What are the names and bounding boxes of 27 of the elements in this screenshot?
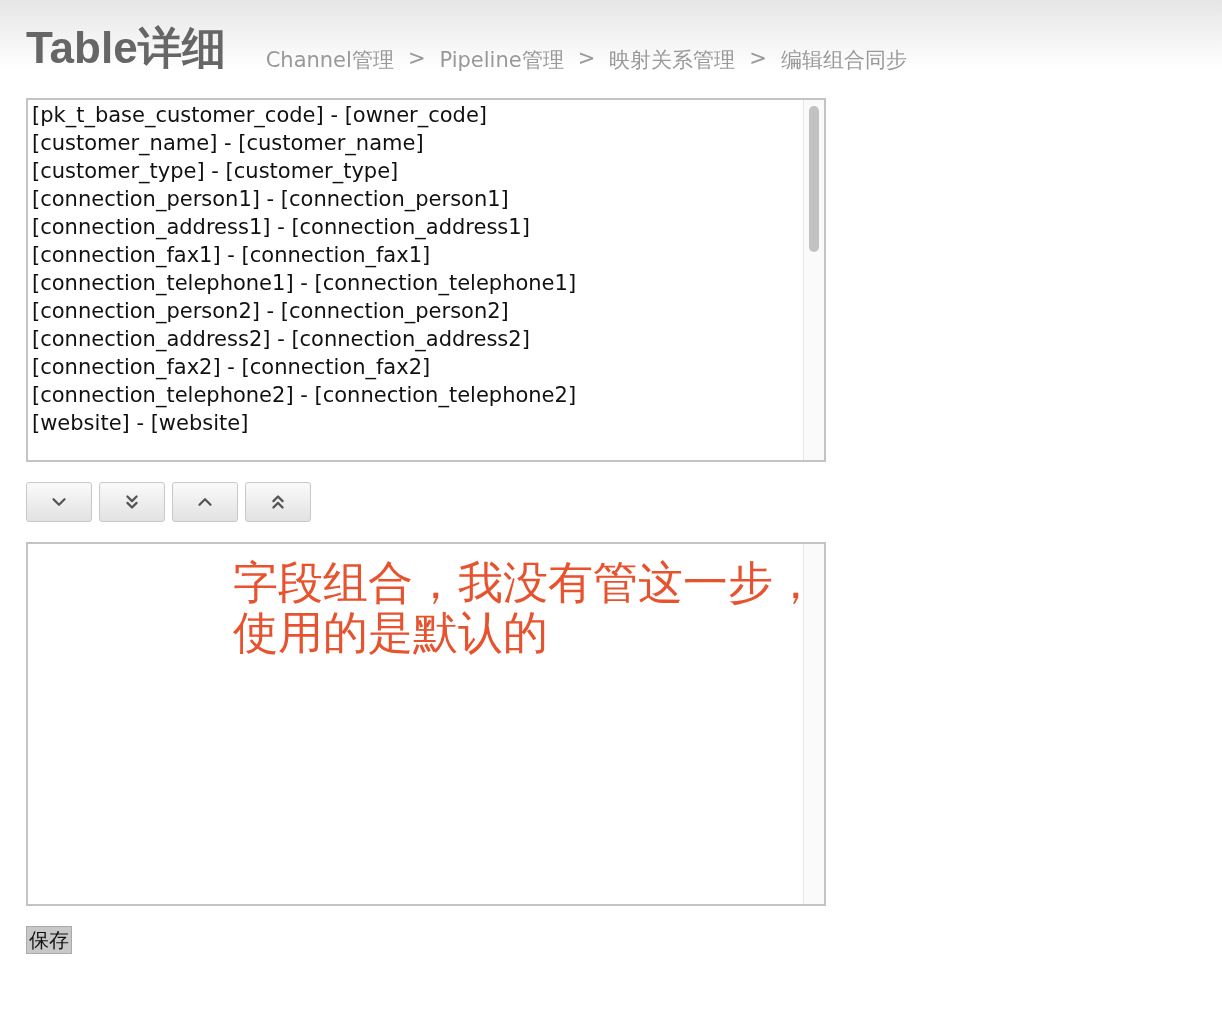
scrollbar[interactable]: [803, 544, 824, 904]
list-item[interactable]: [connection_fax2] - [connection_fax2]: [32, 353, 799, 381]
list-item[interactable]: [connection_address1] - [connection_address1]: [32, 213, 799, 241]
list-item[interactable]: [connection_fax1] - [connection_fax1]: [32, 241, 799, 269]
page-title: Table详细: [26, 22, 226, 74]
move-button[interactable]: [99, 482, 165, 522]
breadcrumb-separator: >: [577, 46, 596, 72]
list-item[interactable]: [connection_person2] - [connection_person2]: [32, 297, 799, 325]
combined-list[interactable]: 字段组合，我没有管这一步， 使用的是默认的: [26, 542, 826, 906]
list-item[interactable]: [connection_telephone1] - [connection_telephone1]: [32, 269, 799, 297]
breadcrumb-separator: >: [407, 46, 426, 72]
move-button[interactable]: [26, 482, 92, 522]
list-item[interactable]: [website] - [website]: [32, 409, 799, 437]
annotation-text: 字段组合，我没有管这一步，: [233, 558, 818, 608]
breadcrumb-separator: >: [749, 46, 767, 72]
save-button[interactable]: 保存: [26, 926, 72, 954]
list-item[interactable]: [connection_address2] - [connection_address2]: [32, 325, 799, 353]
list-item[interactable]: [customer_type] - [customer_type]: [32, 157, 799, 185]
list-item[interactable]: [connection_person1] - [connection_person1]: [32, 185, 799, 213]
list-item[interactable]: [pk_t_base_customer_code] - [owner_code]: [32, 101, 799, 129]
list-item[interactable]: [customer_name] - [customer_name]: [32, 129, 799, 157]
field-list[interactable]: [26, 98, 826, 462]
move-button[interactable]: [172, 482, 238, 522]
scrollbar[interactable]: [803, 100, 824, 460]
move-button[interactable]: [245, 482, 311, 522]
annotation-text: 使用的是默认的: [233, 608, 549, 658]
list-item[interactable]: [connection_telephone2] - [connection_telephone2]: [32, 381, 799, 409]
